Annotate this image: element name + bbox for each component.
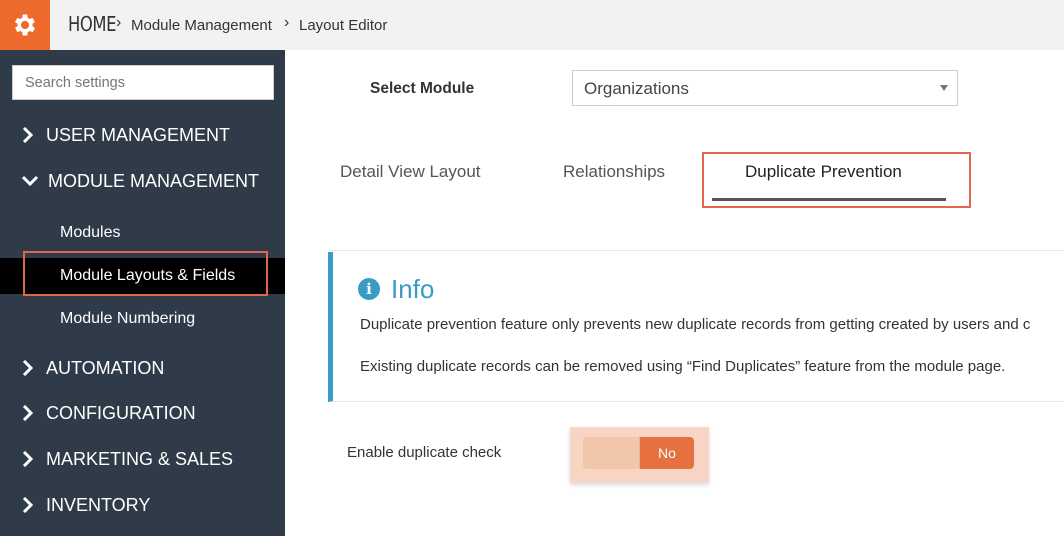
sidebar-item-module-layouts-fields[interactable]: Module Layouts & Fields [0,258,285,294]
sidebar-section-inventory[interactable]: INVENTORY [0,488,285,522]
sidebar-item-label: Module Layouts & Fields [60,267,236,284]
select-module-label: Select Module [370,80,475,97]
sidebar-section-user-management[interactable]: USER MANAGEMENT [0,118,285,152]
sidebar-section-marketing-sales[interactable]: MARKETING & SALES [0,442,285,476]
sidebar-item-label: Module Numbering [60,310,196,327]
chevron-right-icon [20,497,36,513]
caret-down-icon [940,85,948,91]
sidebar-section-module-management[interactable]: MODULE MANAGEMENT [0,164,285,198]
top-bar: HOME › Module Management › Layout Editor [0,0,1064,50]
search-settings-input[interactable] [12,65,274,100]
gear-icon [14,14,36,36]
chevron-right-icon [20,451,36,467]
sidebar-section-label: INVENTORY [46,494,151,515]
divider [329,250,1064,251]
breadcrumb-home[interactable]: HOME [68,12,117,36]
sidebar-item-module-numbering[interactable]: Module Numbering [0,301,285,337]
chevron-right-icon [20,360,36,376]
chevron-right-icon [20,405,36,421]
chevron-down-icon [22,173,38,189]
breadcrumb-separator-icon: › [284,14,290,31]
tab-detail-view-layout[interactable]: Detail View Layout [340,162,481,182]
breadcrumb-separator-icon: › [116,14,122,31]
sidebar-section-label: MODULE MANAGEMENT [48,170,260,191]
tab-relationships[interactable]: Relationships [563,162,665,182]
chevron-right-icon [20,127,36,143]
sidebar-section-automation[interactable]: AUTOMATION [0,351,285,385]
info-title: Info [391,274,435,304]
toggle-knob[interactable] [583,437,640,469]
sidebar-section-label: MARKETING & SALES [46,448,234,469]
duplicate-check-toggle[interactable]: No [583,437,694,469]
info-icon: i [358,278,380,300]
sidebar-item-label: Modules [60,224,121,241]
enable-duplicate-check-label: Enable duplicate check [347,444,502,461]
info-text-line-1: Duplicate prevention feature only preven… [360,316,1031,333]
toggle-state-label: No [640,437,694,469]
info-text-line-2: Existing duplicate records can be remove… [360,358,1006,375]
module-select[interactable]: Organizations [572,70,958,106]
active-tab-highlight [702,152,971,208]
settings-sidebar: USER MANAGEMENT MODULE MANAGEMENT Module… [0,50,285,536]
breadcrumb-layout-editor: Layout Editor [299,17,388,34]
sidebar-section-configuration[interactable]: CONFIGURATION [0,396,285,430]
breadcrumb-module-management[interactable]: Module Management [131,17,272,34]
module-select-value: Organizations [584,79,689,98]
sidebar-section-label: USER MANAGEMENT [46,124,231,145]
settings-gear-button[interactable] [0,0,50,50]
sidebar-item-modules[interactable]: Modules [0,215,285,251]
sidebar-section-label: AUTOMATION [46,357,165,378]
sidebar-section-label: CONFIGURATION [46,402,196,423]
